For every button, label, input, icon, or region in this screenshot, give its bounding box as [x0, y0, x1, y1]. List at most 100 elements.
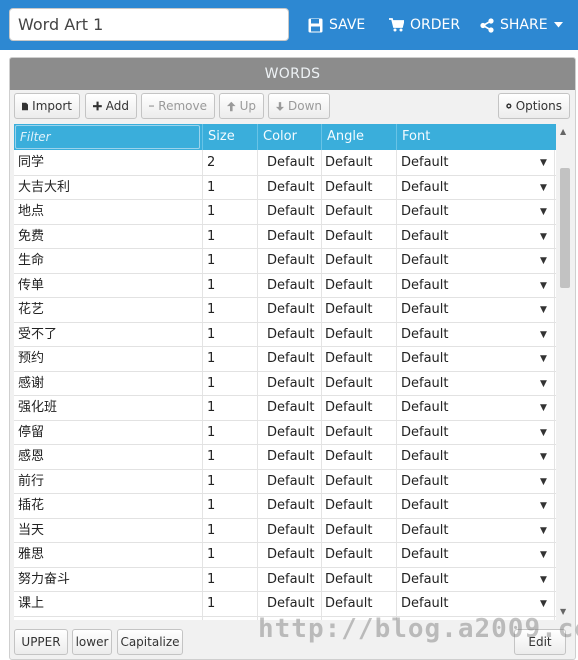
size-cell[interactable]: 1: [207, 396, 257, 420]
font-cell[interactable]: Default: [401, 568, 531, 592]
color-cell[interactable]: Default: [267, 249, 327, 273]
color-cell[interactable]: Default: [267, 225, 327, 249]
angle-cell[interactable]: Default: [325, 347, 395, 371]
scroll-down-arrow-icon[interactable]: ▼: [560, 607, 566, 616]
size-cell[interactable]: 1: [207, 176, 257, 200]
angle-cell[interactable]: Default: [325, 274, 395, 298]
column-header-angle[interactable]: Angle: [321, 124, 396, 150]
table-row[interactable]: 停留 1 Default Default Default ▼: [14, 421, 556, 445]
font-cell[interactable]: Default: [401, 519, 531, 543]
angle-cell[interactable]: Default: [325, 617, 395, 621]
table-row[interactable]: 努力奋斗 1 Default Default Default ▼: [14, 568, 556, 592]
font-dropdown-caret-icon[interactable]: ▼: [540, 298, 547, 322]
size-cell[interactable]: 1: [207, 323, 257, 347]
size-cell[interactable]: 1: [207, 543, 257, 567]
lowercase-button[interactable]: lower: [72, 629, 112, 655]
word-cell[interactable]: 感谢: [18, 372, 202, 396]
font-dropdown-caret-icon[interactable]: ▼: [540, 323, 547, 347]
color-cell[interactable]: Default: [267, 200, 327, 224]
word-cell[interactable]: 同学: [18, 151, 202, 175]
table-row[interactable]: 雅思 1 Default Default Default ▼: [14, 543, 556, 568]
word-cell[interactable]: 生命: [18, 249, 202, 273]
font-cell[interactable]: Default: [401, 494, 531, 518]
scrollbar-thumb[interactable]: [560, 168, 570, 288]
word-cell[interactable]: 努力奋斗: [18, 568, 202, 592]
font-dropdown-caret-icon[interactable]: ▼: [540, 200, 547, 224]
font-cell[interactable]: Default: [401, 396, 531, 420]
color-cell[interactable]: Default: [267, 274, 327, 298]
add-button[interactable]: Add: [85, 93, 137, 119]
table-row[interactable]: 课上 1 Default Default Default ▼: [14, 592, 556, 617]
font-dropdown-caret-icon[interactable]: ▼: [540, 396, 547, 420]
angle-cell[interactable]: Default: [325, 470, 395, 494]
font-dropdown-caret-icon[interactable]: ▼: [540, 470, 547, 494]
angle-cell[interactable]: Default: [325, 421, 395, 445]
options-button[interactable]: Options: [498, 93, 570, 119]
table-row[interactable]: 预约 1 Default Default Default ▼: [14, 347, 556, 372]
size-cell[interactable]: 1: [207, 470, 257, 494]
size-cell[interactable]: 1: [207, 274, 257, 298]
font-dropdown-caret-icon[interactable]: ▼: [540, 568, 547, 592]
size-cell[interactable]: 1: [207, 372, 257, 396]
color-cell[interactable]: Default: [267, 421, 327, 445]
angle-cell[interactable]: Default: [325, 494, 395, 518]
color-cell[interactable]: Default: [267, 298, 327, 322]
font-cell[interactable]: Default: [401, 323, 531, 347]
font-dropdown-caret-icon[interactable]: ▼: [540, 176, 547, 200]
color-cell[interactable]: Default: [267, 323, 327, 347]
color-cell[interactable]: Default: [267, 470, 327, 494]
angle-cell[interactable]: Default: [325, 176, 395, 200]
word-cell[interactable]: 传单: [18, 274, 202, 298]
word-cell[interactable]: 受不了: [18, 323, 202, 347]
table-row[interactable]: 插花 1 Default Default Default ▼: [14, 494, 556, 519]
order-button[interactable]: ORDER: [389, 14, 460, 36]
color-cell[interactable]: Default: [267, 592, 327, 616]
font-cell[interactable]: Default: [401, 151, 531, 175]
size-cell[interactable]: 1: [207, 249, 257, 273]
angle-cell[interactable]: Default: [325, 543, 395, 567]
size-cell[interactable]: 1: [207, 225, 257, 249]
filter-input[interactable]: [15, 125, 200, 149]
column-header-color[interactable]: Color: [257, 124, 321, 150]
word-cell[interactable]: 插花: [18, 494, 202, 518]
angle-cell[interactable]: Default: [325, 225, 395, 249]
table-row[interactable]: 免费 1 Default Default Default ▼: [14, 225, 556, 249]
color-cell[interactable]: Default: [267, 617, 327, 621]
angle-cell[interactable]: Default: [325, 568, 395, 592]
font-cell[interactable]: Default: [401, 274, 531, 298]
size-cell[interactable]: 2: [207, 151, 257, 175]
capitalize-button[interactable]: Capitalize: [117, 629, 183, 655]
size-cell[interactable]: 1: [207, 519, 257, 543]
size-cell[interactable]: 1: [207, 421, 257, 445]
move-down-button[interactable]: Down: [268, 93, 330, 119]
remove-button[interactable]: Remove: [141, 93, 215, 119]
angle-cell[interactable]: Default: [325, 151, 395, 175]
font-dropdown-caret-icon[interactable]: ▼: [540, 445, 547, 469]
angle-cell[interactable]: Default: [325, 445, 395, 469]
table-row[interactable]: 当天 1 Default Default Default ▼: [14, 519, 556, 543]
font-dropdown-caret-icon[interactable]: ▼: [540, 543, 547, 567]
angle-cell[interactable]: Default: [325, 200, 395, 224]
font-dropdown-caret-icon[interactable]: ▼: [540, 372, 547, 396]
edit-button[interactable]: Edit: [514, 629, 566, 655]
table-row[interactable]: 感谢 1 Default Default Default ▼: [14, 372, 556, 396]
table-row[interactable]: 生命 1 Default Default Default ▼: [14, 249, 556, 274]
column-header-font[interactable]: Font: [396, 124, 556, 150]
word-cell[interactable]: 强化班: [18, 396, 202, 420]
angle-cell[interactable]: Default: [325, 372, 395, 396]
font-cell[interactable]: Default: [401, 543, 531, 567]
color-cell[interactable]: Default: [267, 494, 327, 518]
size-cell[interactable]: 1: [207, 568, 257, 592]
move-up-button[interactable]: Up: [219, 93, 264, 119]
color-cell[interactable]: Default: [267, 396, 327, 420]
table-row[interactable]: 传单 1 Default Default Default ▼: [14, 274, 556, 298]
font-dropdown-caret-icon[interactable]: ▼: [540, 592, 547, 616]
table-scrollbar[interactable]: ▲ ▼: [557, 124, 572, 620]
word-cell[interactable]: 地点: [18, 200, 202, 224]
import-button[interactable]: Import: [14, 93, 80, 119]
font-dropdown-caret-icon[interactable]: ▼: [540, 494, 547, 518]
color-cell[interactable]: Default: [267, 445, 327, 469]
table-row[interactable]: 大吉大利 1 Default Default Default ▼: [14, 176, 556, 200]
table-row[interactable]: 花艺 1 Default Default Default ▼: [14, 298, 556, 323]
angle-cell[interactable]: Default: [325, 298, 395, 322]
